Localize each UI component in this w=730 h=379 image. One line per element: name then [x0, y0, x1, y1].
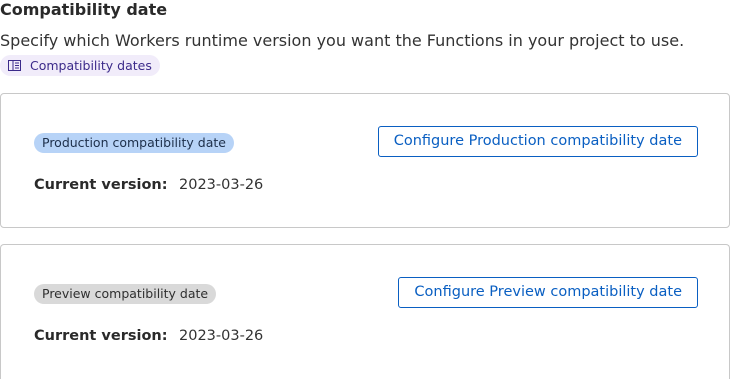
book-icon — [8, 60, 21, 71]
configure-preview-button[interactable]: Configure Preview compatibility date — [398, 277, 698, 308]
compatibility-date-section: Compatibility date Specify which Workers… — [0, 0, 730, 379]
production-compatibility-card: Production compatibility date Configure … — [0, 93, 730, 228]
configure-production-button[interactable]: Configure Production compatibility date — [377, 126, 698, 157]
section-description: Specify which Workers runtime version yo… — [0, 31, 685, 50]
section-title: Compatibility date — [0, 0, 168, 19]
preview-compatibility-card: Preview compatibility date Configure Pre… — [0, 244, 730, 379]
current-version-value: 2023-03-26 — [179, 328, 264, 344]
preview-badge: Preview compatibility date — [34, 284, 217, 304]
current-version-value: 2023-03-26 — [179, 177, 264, 193]
current-version-label: Current version: — [34, 328, 168, 344]
preview-version-row: Current version: 2023-03-26 — [34, 327, 263, 345]
docs-link-label: Compatibility dates — [30, 58, 152, 73]
production-version-row: Current version: 2023-03-26 — [34, 176, 263, 194]
production-badge: Production compatibility date — [34, 133, 234, 153]
compatibility-dates-docs-link[interactable]: Compatibility dates — [0, 55, 160, 76]
current-version-label: Current version: — [34, 177, 168, 193]
